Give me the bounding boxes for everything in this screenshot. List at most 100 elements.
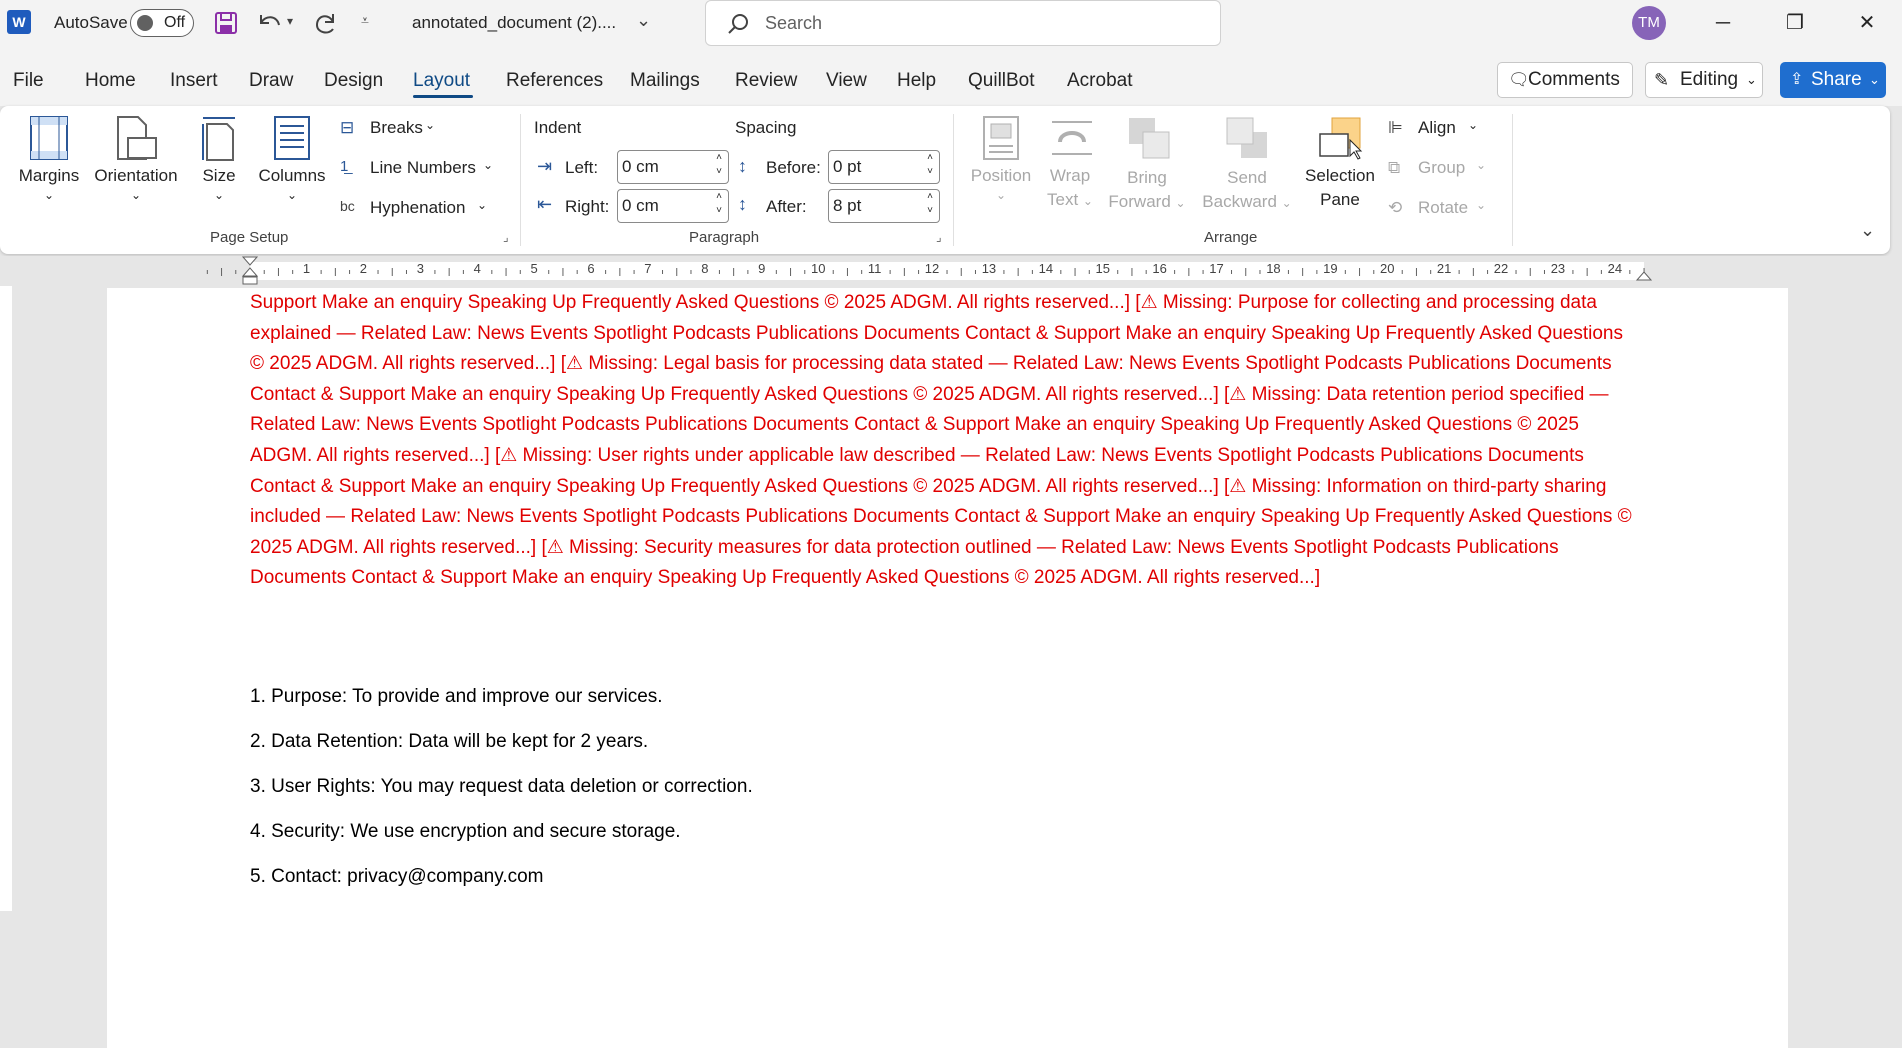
undo-icon[interactable] [255,9,285,37]
spacing-after-input[interactable]: 8 pt ˄ ˅ [828,189,940,223]
selection-pane-label: Selection [1305,166,1375,185]
send-backward-icon [1226,117,1267,158]
ruler-number: 20 [1380,261,1395,276]
avatar[interactable]: TM [1632,6,1666,40]
wrap-text-label-2: Text ⌄ [1040,190,1100,210]
breaks-button[interactable]: ⊟ Breaks ⌄ [340,116,450,144]
tab-help[interactable]: Help [897,70,936,92]
comments-label: Comments [1528,69,1620,90]
list-item[interactable]: 4. Security: We use encryption and secur… [250,821,681,843]
bring-forward-button[interactable]: Bring Forward ⌄ [1105,114,1189,214]
align-button[interactable]: ⊫ Align ⌄ [1388,116,1498,144]
list-item[interactable]: 1. Purpose: To provide and improve our s… [250,686,663,708]
title-chevron-down-icon[interactable]: ⌄ [636,10,651,31]
tab-design[interactable]: Design [324,70,383,92]
line-numbers-icon: 1̲ [340,158,349,175]
align-icon: ⊫ [1388,118,1403,137]
selection-pane-icon [1319,117,1363,160]
bring-forward-icon [1129,118,1170,159]
minimize-icon[interactable]: ─ [1703,8,1743,38]
stepper-icon[interactable]: ˄ ˅ [927,151,933,179]
tab-view[interactable]: View [826,70,867,92]
indent-left-input[interactable]: 0 cm ˄ ˅ [617,150,729,184]
active-tab-indicator [413,95,473,98]
ruler-number: 15 [1095,261,1110,276]
ruler-number: 5 [530,261,538,276]
stepper-icon[interactable]: ˄ ˅ [716,190,722,218]
indent-left-label: Left: [565,158,599,177]
annotation-paragraph[interactable]: Support Make an enquiry Speaking Up Freq… [250,288,1640,594]
margins-button[interactable]: Margins ⌄ [14,114,84,214]
orientation-button[interactable]: Orientation ⌄ [88,114,184,214]
send-backward-button[interactable]: Send Backward ⌄ [1195,114,1299,214]
autosave-toggle[interactable]: Off [130,9,194,37]
stepper-icon[interactable]: ˄ ˅ [927,190,933,218]
indent-right-input[interactable]: 0 cm ˄ ˅ [617,189,729,223]
bring-forward-label-2: Forward ⌄ [1105,192,1189,212]
tab-insert[interactable]: Insert [170,70,218,92]
redo-icon[interactable] [311,9,341,37]
indent-marker-icon[interactable] [241,256,259,286]
spacing-before-input[interactable]: 0 pt ˄ ˅ [828,150,940,184]
page-setup-launcher-icon[interactable]: ⌟ [503,230,509,244]
autosave-label: AutoSave [54,13,128,32]
tab-home[interactable]: Home [85,70,136,92]
chevron-down-icon: ⌄ [425,118,436,132]
group-button[interactable]: ⧉ Group ⌄ [1388,156,1498,184]
orientation-icon [117,116,157,160]
tab-acrobat[interactable]: Acrobat [1067,70,1132,92]
ruler-number: 2 [359,261,368,276]
undo-dropdown-icon[interactable]: ▾ [287,14,293,28]
ruler-number: 18 [1266,261,1281,276]
search-box[interactable]: Search [705,0,1221,46]
columns-button[interactable]: Columns ⌄ [254,114,330,214]
line-numbers-button[interactable]: 1̲ Line Numbers ⌄ [340,156,500,184]
columns-icon [274,116,310,160]
position-button[interactable]: Position ⌄ [965,114,1037,214]
send-backward-label: Send [1227,168,1267,187]
wrap-text-button[interactable]: Wrap Text ⌄ [1040,114,1100,214]
rotate-button[interactable]: ⟲ Rotate ⌄ [1388,196,1498,224]
size-label: Size [202,166,236,185]
spacing-before-label: Before: [766,158,821,177]
indent-right-value: 0 cm [622,196,659,215]
customize-toolbar-icon[interactable]: ⩡ [361,12,369,29]
close-icon[interactable]: ✕ [1847,8,1887,38]
tab-draw[interactable]: Draw [249,70,293,92]
right-indent-marker-icon[interactable] [1635,268,1653,282]
list-item[interactable]: 3. User Rights: You may request data del… [250,776,753,798]
comments-button[interactable]: 🗨 Comments [1497,62,1633,98]
tab-file[interactable]: File [13,70,44,92]
document-title[interactable]: annotated_document (2).... [412,13,616,33]
size-button[interactable]: Size ⌄ [194,114,244,214]
spacing-after-label: After: [766,197,807,216]
share-button[interactable]: ⇪ Share ⌄ [1780,62,1886,98]
margins-label: Margins [18,166,80,185]
wrap-text-label-line2: Text [1047,190,1079,209]
breaks-label: Breaks [370,118,423,137]
tab-references[interactable]: References [506,70,603,92]
paragraph-launcher-icon[interactable]: ⌟ [936,230,942,244]
collapse-ribbon-chevron-icon[interactable]: ⌄ [1860,220,1875,241]
stepper-icon[interactable]: ˄ ˅ [716,151,722,179]
save-icon[interactable] [213,10,239,36]
margins-icon [30,116,68,160]
share-icon: ⇪ [1790,71,1804,88]
restore-icon[interactable]: ❐ [1775,8,1815,38]
send-backward-label-2: Backward ⌄ [1195,192,1299,212]
tab-review[interactable]: Review [735,70,797,92]
tab-quillbot[interactable]: QuillBot [968,70,1035,92]
chevron-down-icon: ⌄ [1082,194,1093,208]
tab-layout[interactable]: Layout [413,70,470,92]
selection-pane-button[interactable]: Selection Pane [1302,114,1378,214]
tab-mailings[interactable]: Mailings [630,70,700,92]
editing-button[interactable]: ✎ Editing ⌄ [1645,62,1763,98]
list-item[interactable]: 2. Data Retention: Data will be kept for… [250,731,648,753]
chevron-down-icon: ⌄ [477,198,488,212]
hyphenation-button[interactable]: bc Hyphenation ⌄ [340,196,500,224]
position-label: Position [970,166,1032,185]
vertical-ruler[interactable] [0,286,12,911]
rotate-icon: ⟲ [1388,198,1403,217]
list-item[interactable]: 5. Contact: privacy@company.com [250,866,544,888]
share-label: Share [1811,69,1862,90]
